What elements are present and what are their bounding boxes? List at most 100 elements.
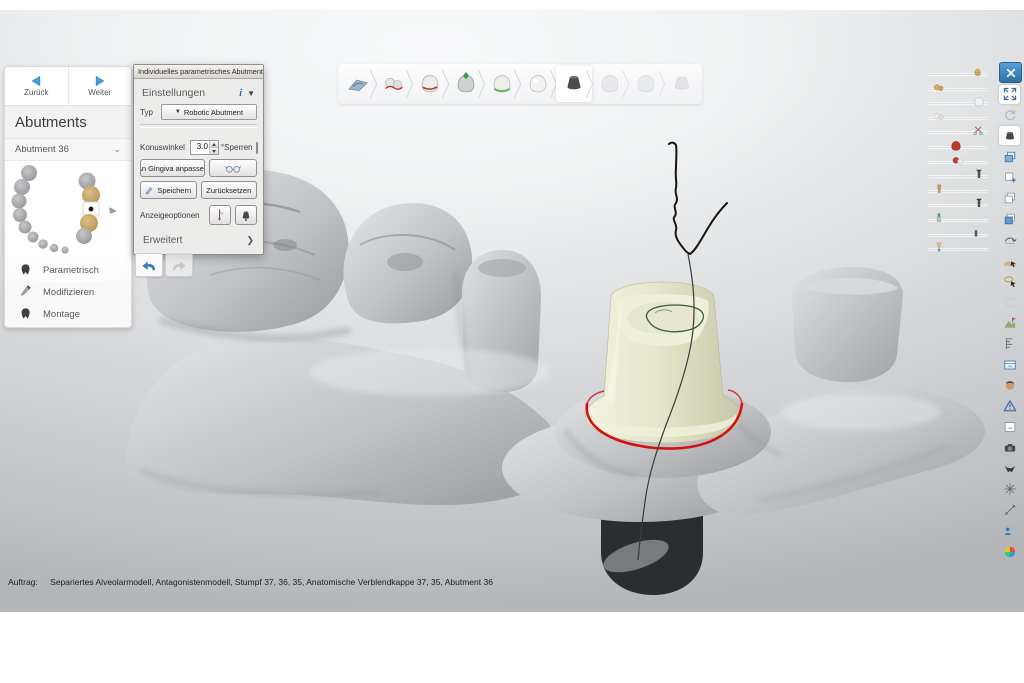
advanced-section-toggle[interactable]: Erweitert ❯: [140, 229, 257, 248]
undo-icon: [140, 258, 158, 272]
slider-thumb[interactable]: [933, 241, 947, 255]
show-axis-toggle[interactable]: [209, 205, 231, 225]
workflow-step-gingiva[interactable]: [484, 66, 520, 102]
slider-thumb[interactable]: [932, 110, 946, 124]
opacity-slider[interactable]: [928, 110, 994, 125]
slider-thumb[interactable]: [933, 212, 947, 226]
collaboration-button[interactable]: [999, 522, 1020, 541]
opacity-slider[interactable]: [928, 197, 994, 212]
opacity-slider[interactable]: [928, 81, 994, 96]
workflow-step-scan[interactable]: [340, 66, 376, 102]
sync-button[interactable]: [999, 293, 1020, 312]
patient-face-button[interactable]: [999, 376, 1020, 395]
screenshot-button[interactable]: [999, 418, 1020, 437]
spin-up-button[interactable]: [210, 141, 218, 148]
opacity-slider[interactable]: [928, 95, 994, 110]
duplicate-icon: [1002, 190, 1018, 206]
opacity-slider[interactable]: [928, 183, 994, 198]
slider-thumb[interactable]: [932, 81, 946, 95]
measure-icon: [1002, 502, 1018, 518]
slider-thumb[interactable]: [949, 139, 963, 153]
measure-button[interactable]: [999, 501, 1020, 520]
show-restoration-button[interactable]: [999, 126, 1020, 145]
opacity-slider[interactable]: [928, 168, 994, 183]
rotate-view-button[interactable]: [999, 106, 1020, 125]
opacity-slider[interactable]: [928, 124, 994, 139]
slider-thumb[interactable]: [972, 66, 986, 80]
workflow-step-crown[interactable]: [592, 66, 628, 102]
opacity-slider[interactable]: [928, 154, 994, 169]
lasso-select-button[interactable]: [999, 272, 1020, 291]
lock-checkbox[interactable]: [256, 142, 258, 154]
reset-button[interactable]: Zurücksetzen: [201, 181, 258, 199]
warning-button[interactable]: [999, 397, 1020, 416]
adapt-gingiva-button[interactable]: An Gingiva anpassen: [140, 159, 205, 177]
slider-thumb[interactable]: [972, 168, 986, 182]
close-button[interactable]: [999, 62, 1022, 83]
opacity-slider[interactable]: [928, 212, 994, 227]
mountain-flag-button[interactable]: [999, 314, 1020, 333]
terrain-cursor-button[interactable]: [999, 251, 1020, 270]
sidebar-mode-parametrisch[interactable]: Parametrisch: [5, 257, 131, 283]
redo-button[interactable]: [165, 253, 193, 277]
workflow-step-anatomy[interactable]: [520, 66, 556, 102]
slider-scanbody-green-icon: [933, 212, 947, 226]
fit-view-button[interactable]: [999, 85, 1020, 104]
duplicate-button[interactable]: [999, 189, 1020, 208]
workflow-step-abutment[interactable]: [556, 66, 592, 102]
slider-thumb[interactable]: [969, 227, 983, 241]
status-label: Auftrag:: [8, 577, 38, 587]
display-options-label: Anzeigeoptionen: [140, 211, 200, 220]
type-label: Typ: [140, 108, 153, 117]
workflow-step-scanbody[interactable]: [448, 66, 484, 102]
slider-thumb[interactable]: [972, 95, 986, 109]
settings-group-header[interactable]: Einstellungen i ▼: [140, 84, 257, 104]
camera-button[interactable]: [999, 438, 1020, 457]
axis-cross-button[interactable]: [999, 480, 1020, 499]
chevron-down-icon: ⌄: [113, 144, 121, 155]
print-model-icon: [1002, 357, 1018, 373]
print-model-button[interactable]: [999, 355, 1020, 374]
wings-button[interactable]: [999, 459, 1020, 478]
mode-list: ParametrischModifizierenMontage: [5, 257, 131, 327]
abutment-select[interactable]: Abutment 36 ⌄: [5, 139, 131, 161]
save-button[interactable]: Speichern: [140, 181, 197, 199]
slider-thumb[interactable]: [933, 183, 947, 197]
tooth-arch-selector[interactable]: [5, 161, 129, 257]
collapse-chevron-icon[interactable]: ▼: [247, 89, 255, 98]
spin-down-button[interactable]: [210, 148, 218, 154]
add-layer-button[interactable]: [999, 168, 1020, 187]
color-wheel-button[interactable]: [999, 542, 1020, 561]
undo-button[interactable]: [135, 253, 163, 277]
paste-layer-button[interactable]: [999, 210, 1020, 229]
save-icon: [145, 186, 154, 195]
cone-angle-spinner[interactable]: 3.0: [190, 140, 219, 155]
workflow-step-export[interactable]: [664, 66, 700, 102]
application-window: Zurück Weiter Abutments Abutment 36 ⌄: [0, 0, 1024, 683]
next-button[interactable]: Weiter: [68, 67, 132, 105]
mirror-view-button[interactable]: [209, 159, 257, 177]
dialog-title[interactable]: Individuelles parametrisches Abutment: [134, 65, 263, 79]
workflow-toolbar: [338, 64, 702, 104]
slider-thumb[interactable]: [951, 154, 965, 168]
workflow-step-margin[interactable]: [412, 66, 448, 102]
back-button[interactable]: Zurück: [5, 67, 68, 105]
opacity-slider[interactable]: [928, 66, 994, 81]
workflow-step-finish[interactable]: [628, 66, 664, 102]
info-icon[interactable]: i: [239, 88, 242, 99]
flip-object-button[interactable]: [999, 230, 1020, 249]
chevron-right-icon: ❯: [246, 235, 254, 246]
opacity-slider[interactable]: [928, 241, 994, 256]
caliper-button[interactable]: [999, 334, 1020, 353]
arrow-left-icon: [29, 75, 44, 87]
color-wheel-icon: [1002, 544, 1018, 560]
slider-thumb[interactable]: [972, 197, 986, 211]
freehand-curve[interactable]: [669, 143, 727, 254]
workflow-step-segmentation[interactable]: [376, 66, 412, 102]
show-implant-toggle[interactable]: [235, 205, 257, 225]
opacity-slider[interactable]: [928, 139, 994, 154]
opacity-slider[interactable]: [928, 227, 994, 242]
slider-thumb[interactable]: [972, 124, 986, 138]
abutment-type-dropdown[interactable]: ▼ Robotic Abutment: [161, 104, 257, 120]
copy-layers-button[interactable]: [999, 147, 1020, 166]
